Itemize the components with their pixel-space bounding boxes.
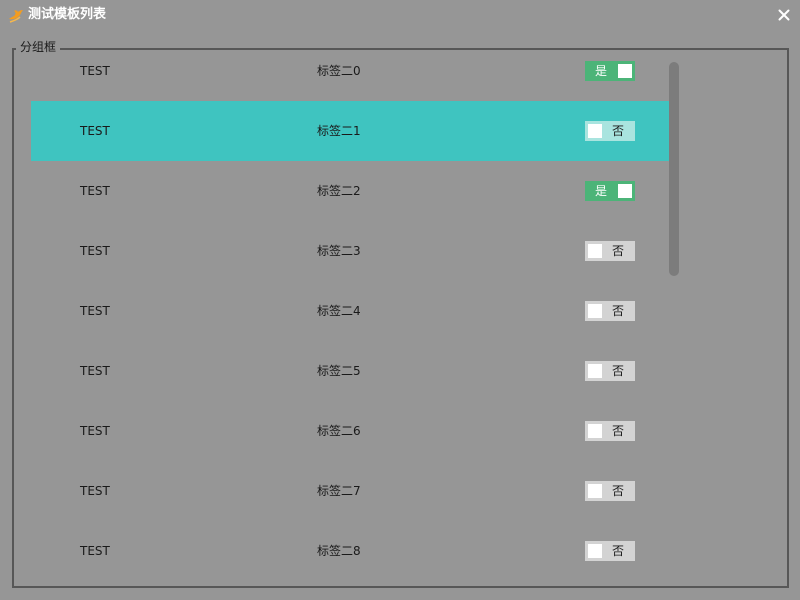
row-toggle-switch[interactable]: 否: [585, 301, 635, 321]
row-toggle-switch[interactable]: 否: [585, 121, 635, 141]
window-title: 测试模板列表: [28, 7, 107, 22]
list-row[interactable]: TEST 标签二8 否: [31, 521, 679, 581]
toggle-label: 否: [612, 304, 625, 318]
row-tag: 标签二4: [317, 304, 361, 318]
row-name: TEST: [80, 484, 110, 498]
row-tag: 标签二7: [317, 484, 361, 498]
row-tag: 标签二5: [317, 364, 361, 378]
row-name: TEST: [80, 424, 110, 438]
row-toggle-switch[interactable]: 否: [585, 481, 635, 501]
main-window: 测试模板列表 分组框 TEST 标签二0 是 TEST 标签二1 否 TEST 标签二2 是 TE…: [0, 0, 800, 600]
row-tag: 标签二1: [317, 124, 361, 138]
toggle-knob: [588, 424, 602, 438]
toggle-knob: [618, 184, 632, 198]
row-name: TEST: [80, 184, 110, 198]
title-bar[interactable]: 测试模板列表: [0, 0, 800, 30]
list-row[interactable]: TEST 标签二3 否: [31, 221, 679, 281]
row-name: TEST: [80, 64, 110, 78]
toggle-knob: [588, 244, 602, 258]
toggle-label: 否: [612, 364, 625, 378]
row-name: TEST: [80, 304, 110, 318]
row-name: TEST: [80, 124, 110, 138]
toggle-label: 否: [612, 244, 625, 258]
row-tag: 标签二3: [317, 244, 361, 258]
row-name: TEST: [80, 244, 110, 258]
toggle-label: 否: [612, 484, 625, 498]
toggle-label: 是: [595, 64, 608, 78]
row-tag: 标签二2: [317, 184, 361, 198]
template-list: TEST 标签二0 是 TEST 标签二1 否 TEST 标签二2 是 TEST 标签二3 否 TEST…: [31, 41, 679, 586]
toggle-knob: [588, 304, 602, 318]
list-row[interactable]: TEST 标签二6 否: [31, 401, 679, 461]
close-icon[interactable]: [774, 5, 794, 25]
toggle-knob: [618, 64, 632, 78]
list-scrollbar[interactable]: [669, 62, 679, 276]
toggle-knob: [588, 364, 602, 378]
toggle-label: 是: [595, 184, 608, 198]
bird-logo-icon: [8, 7, 24, 23]
row-toggle-switch[interactable]: 否: [585, 361, 635, 381]
list-row[interactable]: TEST 标签二0 是: [31, 41, 679, 101]
row-name: TEST: [80, 364, 110, 378]
list-row[interactable]: TEST 标签二4 否: [31, 281, 679, 341]
row-toggle-switch[interactable]: 否: [585, 541, 635, 561]
row-toggle-switch[interactable]: 否: [585, 241, 635, 261]
row-tag: 标签二6: [317, 424, 361, 438]
row-toggle-switch[interactable]: 否: [585, 421, 635, 441]
row-name: TEST: [80, 544, 110, 558]
toggle-label: 否: [612, 124, 625, 138]
toggle-knob: [588, 544, 602, 558]
list-row[interactable]: TEST 标签二7 否: [31, 461, 679, 521]
list-row[interactable]: TEST 标签二2 是: [31, 161, 679, 221]
list-row[interactable]: TEST 标签二5 否: [31, 341, 679, 401]
row-toggle-switch[interactable]: 是: [585, 181, 635, 201]
toggle-knob: [588, 484, 602, 498]
list-row[interactable]: TEST 标签二1 否: [31, 101, 679, 161]
toggle-knob: [588, 124, 602, 138]
row-tag: 标签二0: [317, 64, 361, 78]
toggle-label: 否: [612, 424, 625, 438]
row-toggle-switch[interactable]: 是: [585, 61, 635, 81]
row-tag: 标签二8: [317, 544, 361, 558]
toggle-label: 否: [612, 544, 625, 558]
